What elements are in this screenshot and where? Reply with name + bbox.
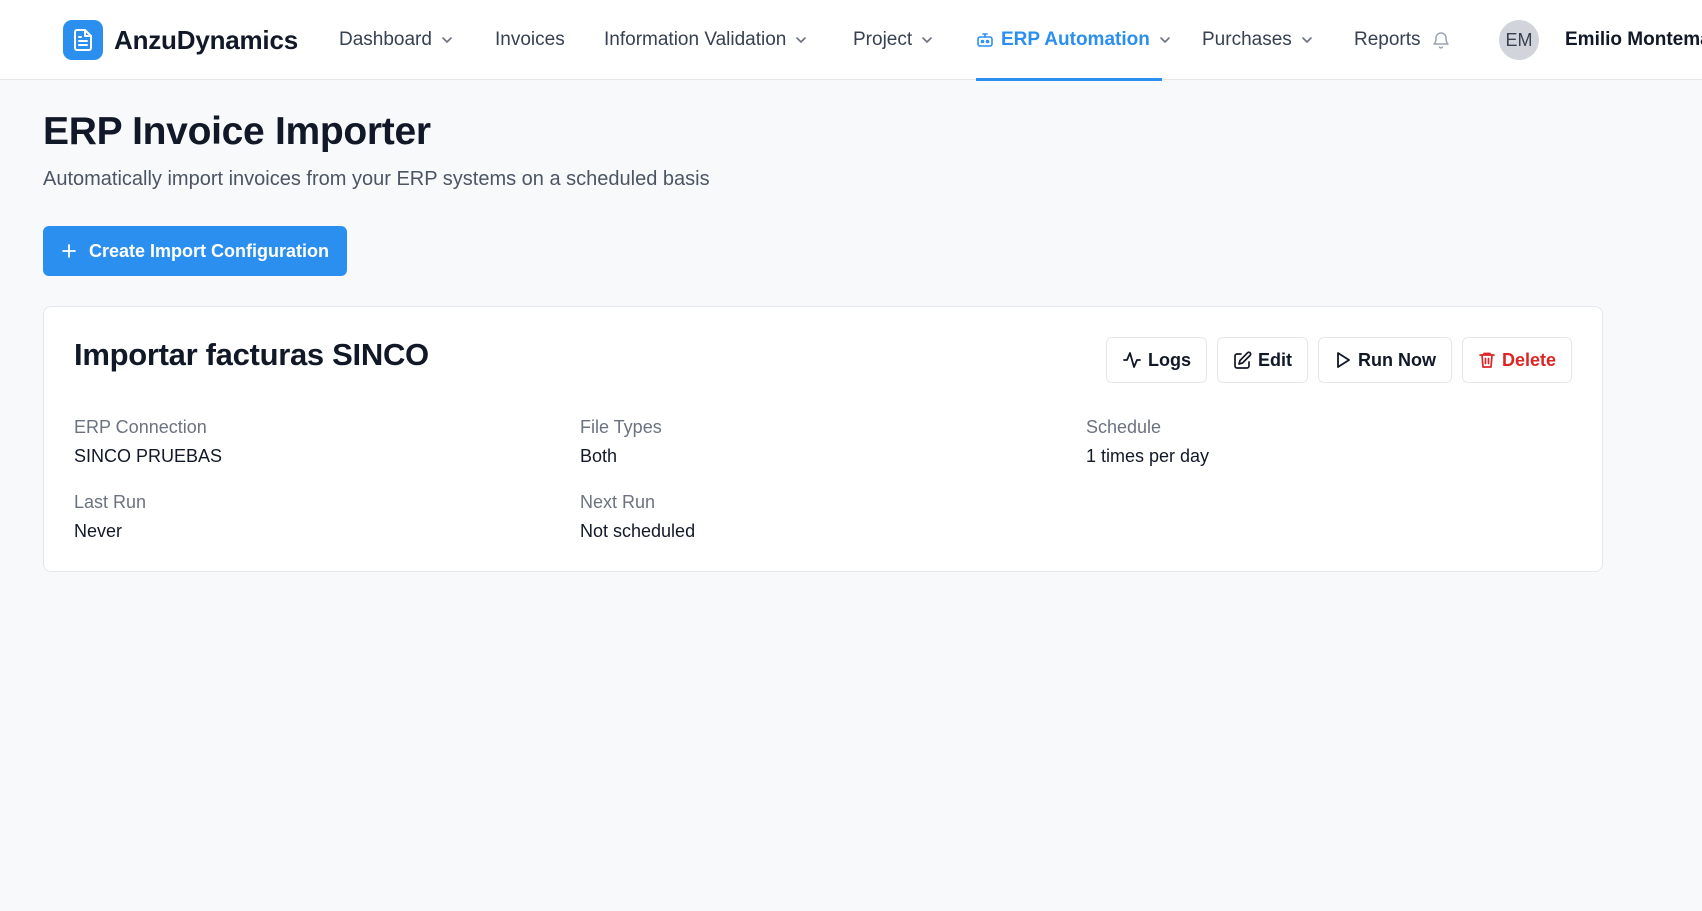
nav-item-project[interactable]: Project — [853, 0, 934, 80]
field-label: Last Run — [74, 492, 147, 512]
field-value: Never — [74, 521, 123, 541]
brand[interactable]: AnzuDynamics — [63, 20, 298, 60]
nav-item-purchases[interactable]: Purchases — [1202, 0, 1314, 80]
field-label: Schedule — [1086, 417, 1162, 437]
delete-button[interactable]: Delete — [1461, 337, 1572, 383]
top-navigation: AnzuDynamics Dashboard Invoices Informat… — [0, 0, 1702, 81]
nav-item-label: Dashboard — [339, 29, 432, 50]
avatar[interactable]: EM — [1499, 20, 1539, 60]
field-value: 1 times per day — [1086, 446, 1210, 466]
nav-item-dashboard[interactable]: Dashboard — [339, 0, 454, 80]
brand-name: AnzuDynamics — [114, 24, 298, 55]
logs-button-label: Logs — [1147, 349, 1191, 370]
chevron-down-icon — [1300, 33, 1314, 47]
erp-connection-field: ERP Connection SINCO PRUEBAS — [74, 417, 222, 467]
nav-item-erp-automation[interactable]: ERP Automation — [976, 0, 1170, 81]
nav-item-label: Reports — [1354, 29, 1421, 50]
edit-icon — [1233, 350, 1252, 370]
run-now-button-label: Run Now — [1357, 349, 1436, 370]
field-value: SINCO PRUEBAS — [74, 446, 223, 466]
field-label: Next Run — [580, 492, 656, 512]
field-value: Both — [580, 446, 618, 466]
chevron-down-icon — [920, 33, 934, 47]
nav-item-invoices[interactable]: Invoices — [495, 0, 565, 80]
next-run-field: Next Run Not scheduled — [580, 492, 695, 542]
nav-item-label: Project — [853, 29, 913, 50]
card-title: Importar facturas SINCO — [74, 337, 429, 372]
trash-icon — [1478, 351, 1496, 369]
field-label: ERP Connection — [74, 417, 207, 437]
schedule-field: Schedule 1 times per day — [1086, 417, 1209, 467]
create-import-configuration-button[interactable]: Create Import Configuration — [43, 226, 347, 276]
nav-item-label: Information Validation — [604, 29, 787, 50]
play-icon — [1334, 351, 1352, 369]
activity-icon — [1122, 350, 1142, 370]
nav-item-reports[interactable]: Reports — [1354, 0, 1451, 80]
logs-button[interactable]: Logs — [1105, 337, 1207, 383]
field-label: File Types — [580, 417, 662, 437]
delete-button-label: Delete — [1501, 349, 1556, 370]
chevron-down-icon — [1158, 33, 1172, 47]
card-actions: Logs Edit Run Now Delete — [1105, 337, 1572, 383]
bell-icon[interactable] — [1431, 30, 1451, 50]
page-subtitle: Automatically import invoices from your … — [43, 168, 710, 190]
edit-button[interactable]: Edit — [1216, 337, 1308, 383]
run-now-button[interactable]: Run Now — [1317, 337, 1452, 383]
field-value: Not scheduled — [580, 521, 696, 541]
document-icon — [63, 20, 103, 60]
last-run-field: Last Run Never — [74, 492, 146, 542]
chevron-down-icon — [794, 33, 808, 47]
file-types-field: File Types Both — [580, 417, 662, 467]
chevron-down-icon — [440, 33, 454, 47]
nav-item-information-validation[interactable]: Information Validation — [604, 0, 808, 80]
user-name[interactable]: Emilio Montemay — [1565, 0, 1702, 80]
robot-icon — [976, 31, 994, 49]
avatar-initials: EM — [1505, 29, 1533, 50]
page-title: ERP Invoice Importer — [43, 110, 431, 153]
import-configuration-card: Importar facturas SINCO Logs Edit Run No… — [43, 306, 1603, 572]
edit-button-label: Edit — [1257, 349, 1292, 370]
plus-icon — [61, 243, 77, 259]
create-button-label: Create Import Configuration — [88, 240, 329, 261]
nav-item-label: Purchases — [1202, 29, 1292, 50]
nav-item-label: Invoices — [495, 29, 565, 50]
nav-item-label: ERP Automation — [1001, 29, 1150, 50]
